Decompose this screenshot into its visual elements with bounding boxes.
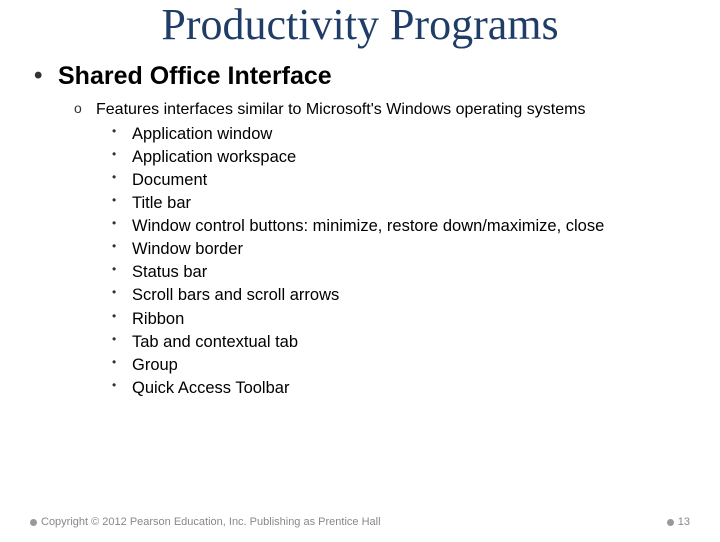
list-item: Window control buttons: minimize, restor… xyxy=(132,215,690,238)
content-list: Shared Office Interface Features interfa… xyxy=(30,62,690,400)
list-item: Title bar xyxy=(132,192,690,215)
subheading-text: Features interfaces similar to Microsoft… xyxy=(96,101,585,118)
footer-left: Copyright © 2012 Pearson Education, Inc.… xyxy=(30,516,381,528)
subheading-item: Features interfaces similar to Microsoft… xyxy=(96,99,690,400)
list-item: Document xyxy=(132,169,690,192)
heading-item: Shared Office Interface Features interfa… xyxy=(58,62,690,400)
list-item: Window border xyxy=(132,238,690,261)
slide: Productivity Programs Shared Office Inte… xyxy=(0,2,720,542)
list-item: Scroll bars and scroll arrows xyxy=(132,284,690,307)
slide-title: Productivity Programs xyxy=(30,2,690,48)
list-item: Quick Access Toolbar xyxy=(132,377,690,400)
list-item: Application window xyxy=(132,123,690,146)
list-item: Status bar xyxy=(132,261,690,284)
bullet-icon xyxy=(667,519,674,526)
bullet-icon xyxy=(30,519,37,526)
feature-list: Application window Application workspace… xyxy=(96,123,690,400)
list-item: Ribbon xyxy=(132,308,690,331)
list-item: Tab and contextual tab xyxy=(132,331,690,354)
page-number: 13 xyxy=(678,516,690,528)
list-item: Group xyxy=(132,354,690,377)
copyright-text: Copyright © 2012 Pearson Education, Inc.… xyxy=(41,516,381,528)
footer: Copyright © 2012 Pearson Education, Inc.… xyxy=(30,516,690,528)
footer-right: 13 xyxy=(667,516,690,528)
sub-list: Features interfaces similar to Microsoft… xyxy=(58,99,690,400)
heading-text: Shared Office Interface xyxy=(58,62,332,90)
list-item: Application workspace xyxy=(132,146,690,169)
